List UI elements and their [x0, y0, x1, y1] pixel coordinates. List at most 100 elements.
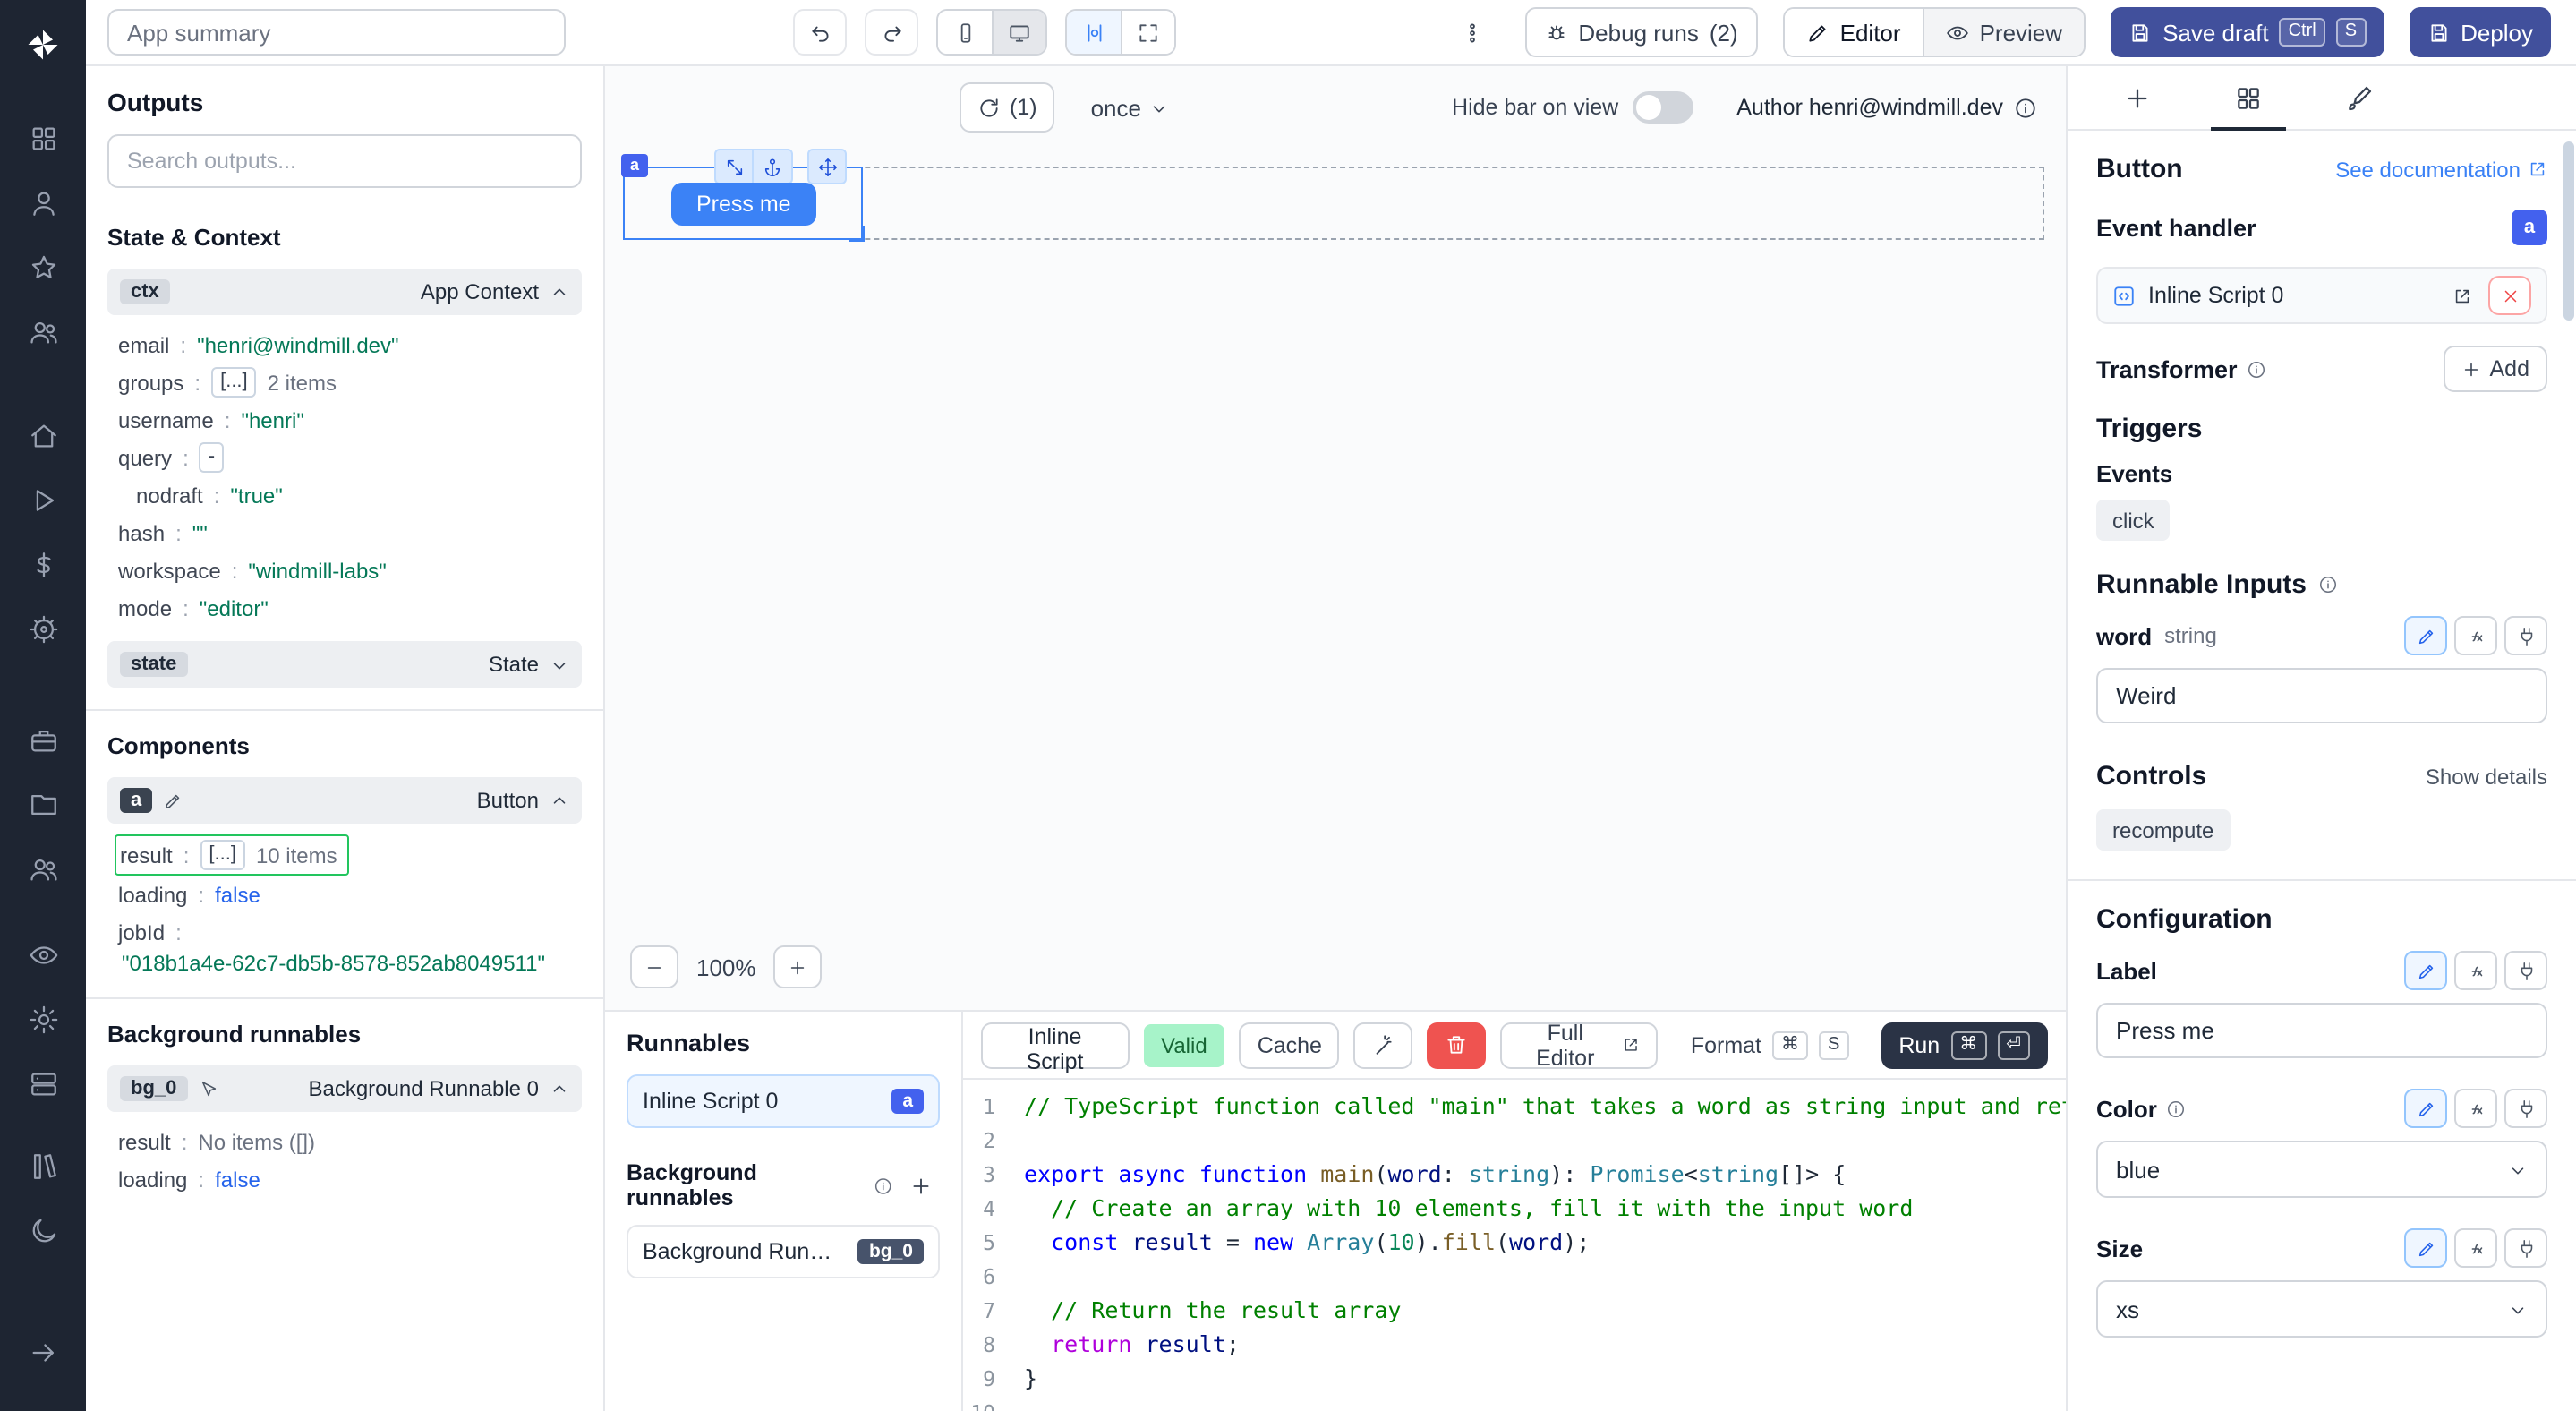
- connect-button[interactable]: [2504, 951, 2547, 990]
- cache-button[interactable]: Cache: [1240, 1022, 1340, 1068]
- zoom-in-button[interactable]: [774, 945, 823, 988]
- more-menu-button[interactable]: [1446, 9, 1499, 56]
- static-value-button[interactable]: [2404, 951, 2447, 990]
- search-outputs-input[interactable]: [107, 134, 582, 188]
- ctx-header[interactable]: ctx App Context: [107, 269, 582, 315]
- app-summary-input[interactable]: [107, 9, 566, 56]
- expand-handle[interactable]: [714, 149, 754, 184]
- output-row[interactable]: mode:"editor": [115, 589, 582, 627]
- zoom-out-button[interactable]: [630, 945, 678, 988]
- output-row[interactable]: result:[...]10 items: [115, 834, 350, 876]
- press-me-button[interactable]: Press me: [671, 183, 816, 226]
- mobile-view-button[interactable]: [938, 11, 992, 54]
- resources-icon[interactable]: [14, 602, 72, 655]
- state-header[interactable]: state State: [107, 641, 582, 688]
- briefcase-icon[interactable]: [14, 713, 72, 766]
- static-value-button[interactable]: [2404, 1089, 2447, 1128]
- folder-icon[interactable]: [14, 777, 72, 831]
- full-editor-button[interactable]: Full Editor: [1501, 1022, 1659, 1068]
- remove-script-button[interactable]: [2488, 276, 2531, 315]
- word-value-input[interactable]: [2096, 668, 2547, 723]
- gear-icon[interactable]: [14, 992, 72, 1046]
- output-row[interactable]: query:-: [115, 439, 582, 476]
- connect-button[interactable]: [2504, 1228, 2547, 1268]
- redo-button[interactable]: [865, 9, 918, 56]
- static-value-button[interactable]: [2404, 1228, 2447, 1268]
- resize-handle[interactable]: [849, 226, 865, 242]
- size-select[interactable]: xs: [2096, 1280, 2547, 1338]
- bg0-header[interactable]: bg_0 Background Runnable 0: [107, 1065, 582, 1112]
- insert-tab[interactable]: [2082, 66, 2193, 129]
- show-details-link[interactable]: Show details: [2426, 764, 2547, 789]
- runnable-item-inline-script[interactable]: Inline Script 0 a: [627, 1074, 940, 1128]
- deploy-button[interactable]: Deploy: [2409, 7, 2551, 57]
- output-row[interactable]: groups:[...]2 items: [115, 363, 582, 401]
- eye-icon[interactable]: [14, 928, 72, 981]
- expression-button[interactable]: [2454, 1089, 2497, 1128]
- desktop-view-button[interactable]: [992, 11, 1045, 54]
- connect-button[interactable]: [2504, 1089, 2547, 1128]
- hide-bar-toggle[interactable]: [1633, 91, 1693, 124]
- recompute-control[interactable]: recompute: [2096, 809, 2230, 851]
- label-value-input[interactable]: [2096, 1003, 2547, 1058]
- preview-tab[interactable]: Preview: [1923, 9, 2085, 56]
- refresh-app-button[interactable]: (1): [960, 82, 1055, 133]
- add-transformer-button[interactable]: Add: [2444, 346, 2548, 392]
- windmill-logo-icon[interactable]: [14, 18, 72, 72]
- star-icon[interactable]: [14, 240, 72, 294]
- variables-icon[interactable]: [14, 537, 72, 591]
- undo-button[interactable]: [793, 9, 847, 56]
- delete-script-button[interactable]: [1428, 1022, 1487, 1068]
- groups-icon[interactable]: [14, 842, 72, 895]
- output-row[interactable]: loading:false: [115, 876, 582, 913]
- user-icon[interactable]: [14, 175, 72, 229]
- apps-icon[interactable]: [14, 111, 72, 165]
- pencil-icon[interactable]: [163, 791, 183, 810]
- home-icon[interactable]: [14, 408, 72, 462]
- info-icon[interactable]: [874, 1176, 892, 1195]
- runs-icon[interactable]: [14, 473, 72, 526]
- output-row[interactable]: hash:"": [115, 514, 582, 552]
- output-row[interactable]: nodraft:"true": [132, 476, 582, 514]
- move-handle[interactable]: [807, 149, 847, 184]
- format-button[interactable]: Format ⌘S: [1673, 1022, 1867, 1068]
- color-select[interactable]: blue: [2096, 1141, 2547, 1198]
- connect-button[interactable]: [2504, 616, 2547, 655]
- expression-button[interactable]: [2454, 616, 2497, 655]
- output-row[interactable]: result:No items ([]): [115, 1123, 582, 1160]
- output-row[interactable]: email:"henri@windmill.dev": [115, 326, 582, 363]
- styling-tab[interactable]: [2304, 66, 2415, 129]
- save-draft-button[interactable]: Save draft CtrlS: [2111, 7, 2384, 57]
- scrollbar[interactable]: [2563, 141, 2574, 321]
- inline-script-row[interactable]: Inline Script 0: [2096, 267, 2547, 324]
- anchor-handle[interactable]: [754, 149, 793, 184]
- expression-button[interactable]: [2454, 951, 2497, 990]
- users-icon[interactable]: [14, 304, 72, 358]
- fullscreen-button[interactable]: [1121, 11, 1174, 54]
- workers-icon[interactable]: [14, 1056, 72, 1110]
- expression-button[interactable]: [2454, 1228, 2497, 1268]
- selected-component[interactable]: a Press me: [623, 167, 863, 240]
- info-icon[interactable]: [2014, 96, 2037, 119]
- output-row[interactable]: username:"henri": [115, 401, 582, 439]
- editor-tab[interactable]: Editor: [1785, 9, 1923, 56]
- inline-script-tab[interactable]: Inline Script: [981, 1022, 1129, 1068]
- output-row[interactable]: loading:false: [115, 1160, 582, 1198]
- open-script-button[interactable]: [2442, 276, 2481, 315]
- component-settings-tab[interactable]: [2193, 66, 2304, 129]
- add-background-runnable-button[interactable]: [901, 1166, 940, 1205]
- see-documentation-link[interactable]: See documentation: [2335, 157, 2547, 182]
- run-button[interactable]: Run ⌘⏎: [1881, 1022, 2048, 1068]
- component-a-header[interactable]: a Button: [107, 777, 582, 824]
- docs-icon[interactable]: [14, 1139, 72, 1193]
- canvas-grid-row[interactable]: a Press me: [623, 167, 2044, 240]
- output-row[interactable]: workspace:"windmill-labs": [115, 552, 582, 589]
- schedule-mode-dropdown[interactable]: once: [1077, 82, 1184, 133]
- app-canvas[interactable]: (1) once Hide bar on view Author henri@w…: [605, 66, 2066, 1010]
- dark-mode-icon[interactable]: [14, 1203, 72, 1257]
- debug-runs-button[interactable]: Debug runs(2): [1524, 7, 1757, 57]
- runnable-item-background[interactable]: Background Runna... bg_0: [627, 1225, 940, 1278]
- expand-rail-icon[interactable]: [14, 1325, 72, 1379]
- output-row[interactable]: jobId:: [115, 913, 582, 951]
- code-editor[interactable]: 1// TypeScript function called "main" th…: [963, 1080, 2066, 1411]
